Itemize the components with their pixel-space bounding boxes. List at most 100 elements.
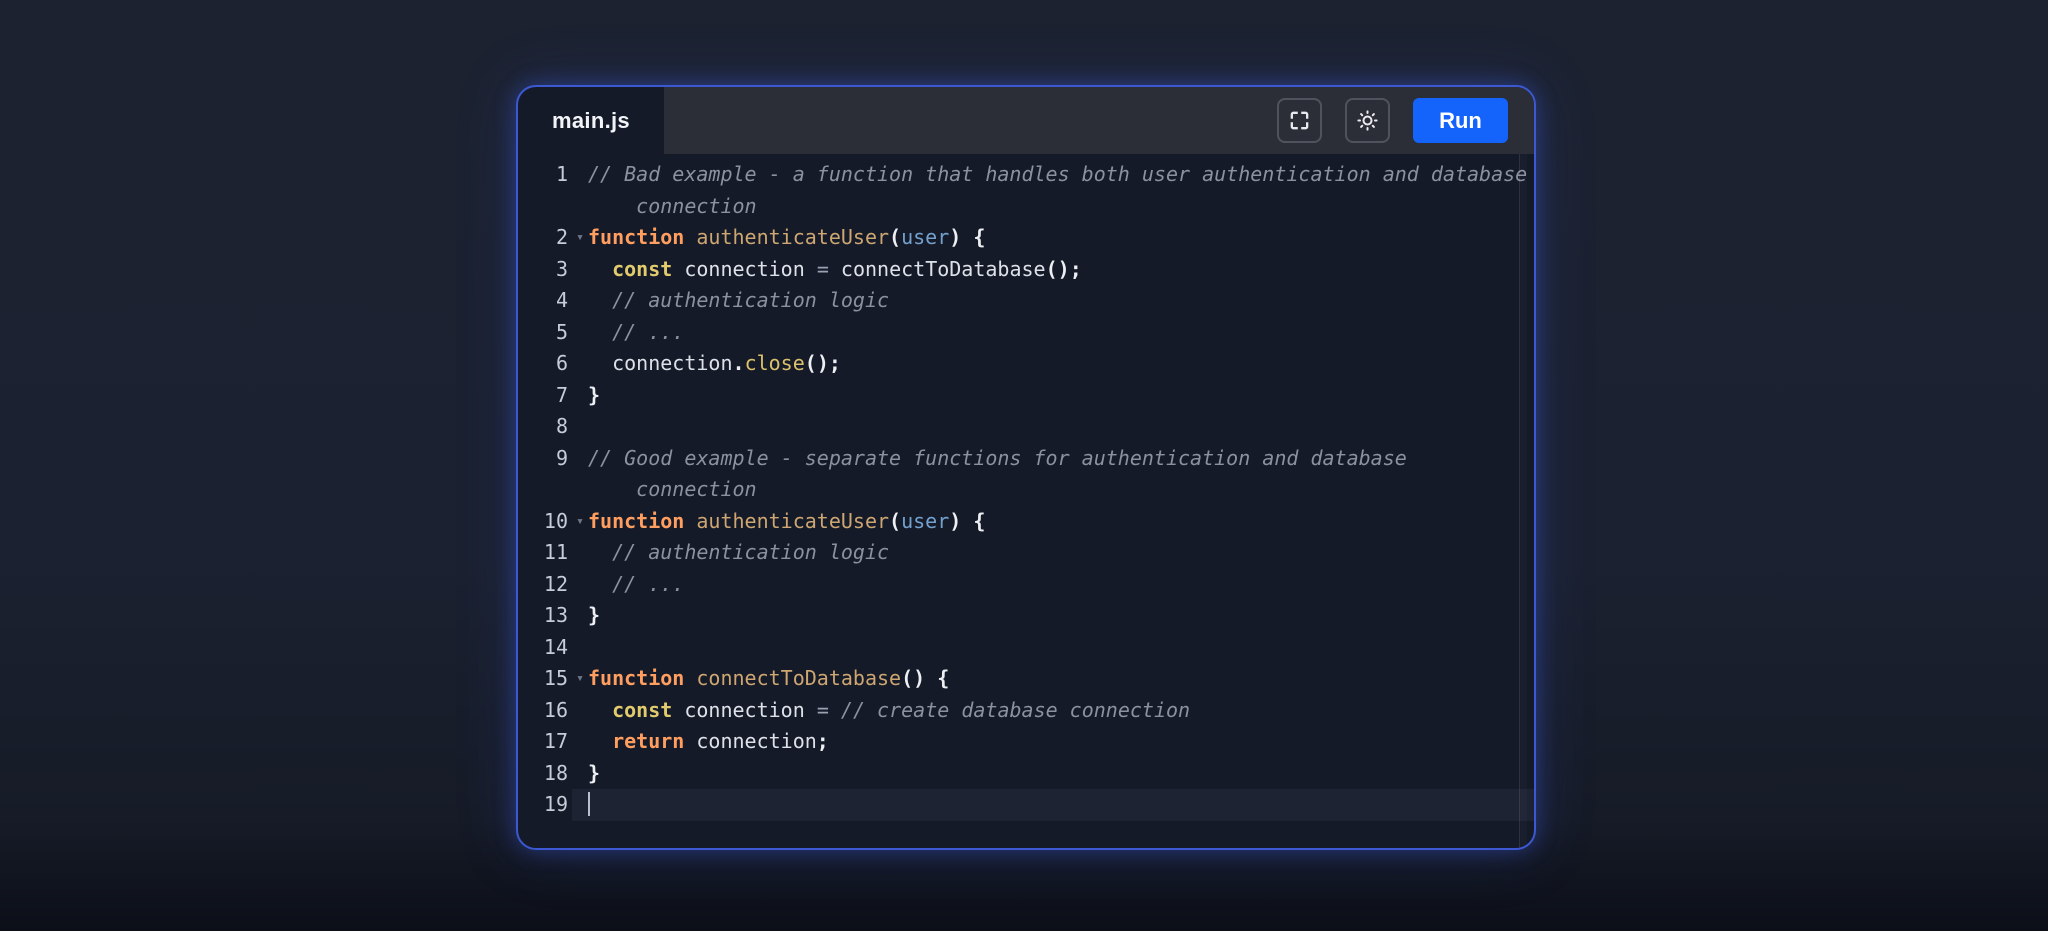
theme-toggle-button[interactable] [1345, 98, 1390, 143]
code-line[interactable]: 7} [518, 380, 1534, 412]
line-number: 6 [555, 351, 568, 375]
code-text: function connectToDatabase() { [588, 663, 1534, 695]
code-text: // ... [588, 317, 1534, 349]
code-line[interactable]: 8 [518, 411, 1534, 443]
line-body: } [572, 380, 1534, 412]
code-line[interactable]: 3 const connection = connectToDatabase()… [518, 254, 1534, 286]
code-text: return connection; [588, 726, 1534, 758]
code-line[interactable]: 5 // ... [518, 317, 1534, 349]
code-line[interactable]: 4 // authentication logic [518, 285, 1534, 317]
line-body: // ... [572, 569, 1534, 601]
code-line[interactable]: 19 [518, 789, 1534, 821]
tab-main-js[interactable]: main.js [518, 87, 664, 154]
code-line[interactable]: 9 // Good example - separate functions fo… [518, 443, 1534, 506]
fold-arrow-icon[interactable]: ▾ [572, 222, 588, 254]
code-token-comment: // Bad example - a function that handles… [588, 162, 1528, 218]
line-body: // authentication logic [572, 537, 1534, 569]
line-number: 5 [555, 319, 568, 344]
code-token-fn: connectToDatabase [696, 666, 902, 690]
code-token-pu: { [973, 225, 986, 249]
line-number: 11 [543, 540, 568, 564]
code-line[interactable]: 12 // ... [518, 569, 1534, 601]
code-token-pu: ) [949, 225, 962, 249]
code-line[interactable]: 17 return connection; [518, 726, 1534, 758]
line-number: 9 [555, 445, 568, 470]
line-body: // Good example - separate functions for… [572, 443, 1534, 506]
code-token-ck: const [612, 697, 673, 722]
page-background: main.js Run 1 // Bad example - a functio… [0, 0, 2048, 931]
active-line [572, 789, 1534, 821]
fullscreen-button[interactable] [1277, 98, 1322, 143]
tab-label: main.js [552, 107, 630, 133]
code-line[interactable]: 16 const connection = // create database… [518, 695, 1534, 727]
line-number: 12 [543, 571, 568, 596]
code-token-pu: . [732, 351, 745, 375]
line-body: ▾ function authenticateUser(user) { [572, 506, 1534, 538]
code-token-pu: ; [816, 729, 829, 753]
code-token-kw: function [588, 666, 685, 690]
code-line[interactable]: 14 [518, 632, 1534, 664]
line-number: 13 [543, 603, 568, 627]
line-body: return connection; [572, 726, 1534, 758]
line-body: connection.close(); [572, 348, 1534, 380]
line-body: const connection = connectToDatabase(); [572, 254, 1534, 286]
code-text: } [588, 380, 1534, 412]
code-token-pu: ( [889, 225, 902, 249]
fold-arrow-icon[interactable]: ▾ [572, 663, 588, 695]
code-text [588, 789, 1534, 821]
run-button[interactable]: Run [1413, 98, 1508, 143]
code-editor-panel: main.js Run 1 // Bad example - a functio… [516, 85, 1536, 850]
code-line[interactable]: 2 ▾ function authenticateUser(user) { [518, 222, 1534, 254]
code-line[interactable]: 10 ▾ function authenticateUser(user) { [518, 506, 1534, 538]
code-text: connection.close(); [588, 348, 1534, 380]
code-text: function authenticateUser(user) { [588, 222, 1534, 254]
code-line[interactable]: 11 // authentication logic [518, 537, 1534, 569]
code-text: } [588, 600, 1534, 632]
line-number: 7 [555, 382, 568, 407]
fold-gutter-spacer [572, 411, 588, 443]
line-body: ▾ function connectToDatabase() { [572, 663, 1534, 695]
fold-gutter-spacer [572, 569, 588, 601]
code-line[interactable]: 1 // Bad example - a function that handle… [518, 159, 1534, 222]
code-line[interactable]: 15 ▾ function connectToDatabase() { [518, 663, 1534, 695]
code-text: // Good example - separate functions for… [588, 443, 1534, 506]
fold-arrow-icon[interactable]: ▾ [572, 506, 588, 538]
code-token-kw: function [588, 508, 685, 533]
code-token-pu: (); [804, 351, 841, 375]
code-area[interactable]: 1 // Bad example - a function that handle… [518, 154, 1534, 848]
fold-gutter-spacer [572, 317, 588, 349]
line-body: const connection = // create database co… [572, 695, 1534, 727]
code-token-pl: connection [684, 729, 817, 753]
code-line[interactable]: 13} [518, 600, 1534, 632]
line-body: ▾ function authenticateUser(user) { [572, 222, 1534, 254]
code-token-kw: function [588, 225, 685, 249]
editor-header: main.js Run [518, 87, 1534, 154]
code-token-fn: authenticateUser [696, 225, 890, 249]
scrollbar-track[interactable] [1519, 154, 1527, 848]
code-token-ck: const [612, 256, 673, 281]
code-line[interactable]: 18} [518, 758, 1534, 790]
code-text: function authenticateUser(user) { [588, 506, 1534, 538]
fold-gutter-spacer [572, 726, 588, 758]
sun-brightness-icon [1356, 109, 1379, 132]
line-body: // ... [572, 317, 1534, 349]
fold-gutter-spacer [572, 537, 588, 569]
fold-gutter-spacer [572, 285, 588, 317]
code-token-pl: connection [672, 697, 817, 722]
line-number: 18 [543, 760, 568, 785]
code-token-pu: () [901, 666, 926, 690]
line-body [572, 411, 1534, 443]
code-token-pu: ) [949, 508, 962, 533]
code-token-pl: connectToDatabase [828, 256, 1046, 281]
line-number: 4 [555, 288, 568, 312]
code-token-pl: connection [672, 256, 817, 281]
code-line[interactable]: 6 connection.close(); [518, 348, 1534, 380]
fold-gutter-spacer [572, 758, 588, 790]
